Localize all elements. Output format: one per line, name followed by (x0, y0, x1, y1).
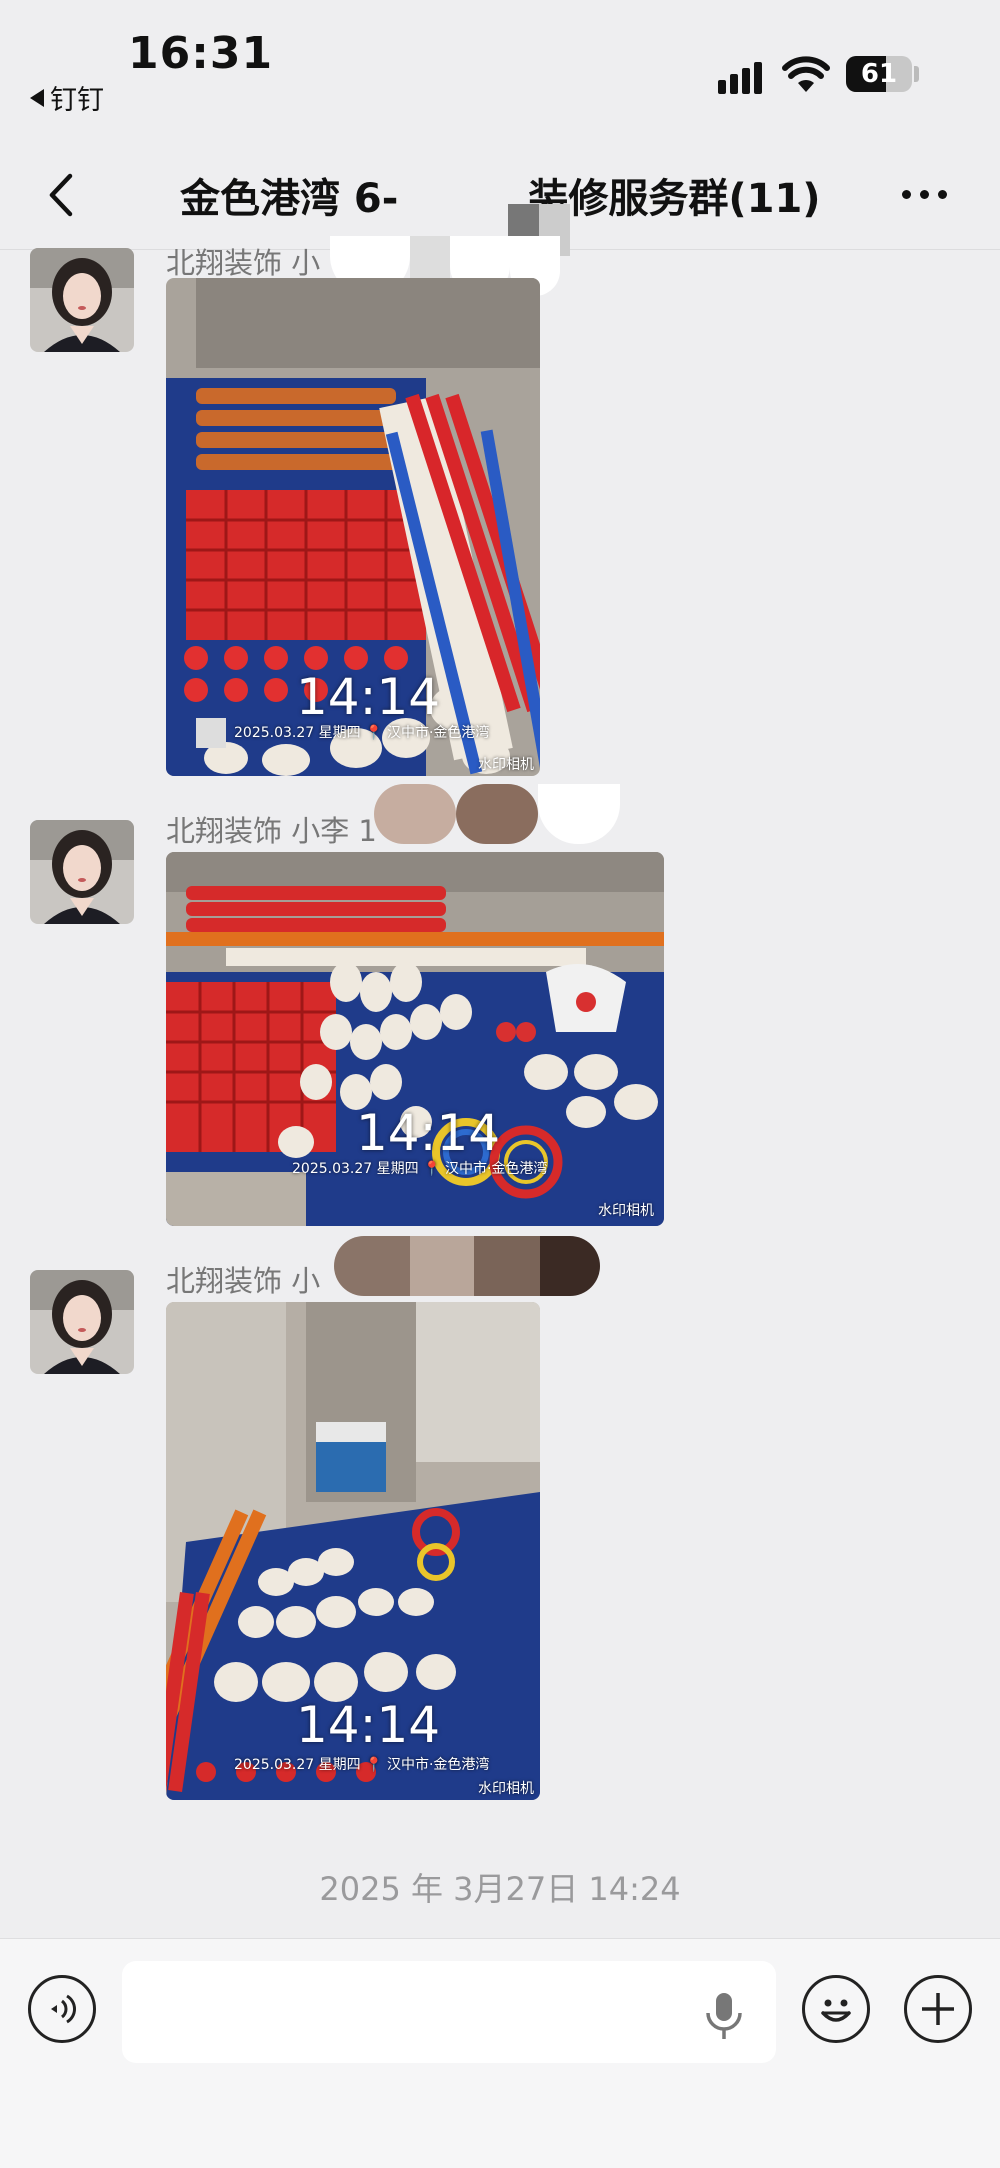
chat-timestamp: 2025 年 3月27日 14:24 (319, 1870, 681, 1908)
chat-header: 金色港湾 6- 装修服务群(11) (0, 140, 1000, 250)
back-to-app-link[interactable]: 钉钉 (30, 78, 104, 117)
chat-title-right: 装修服务群(11) (528, 176, 821, 222)
photo-watermark-date: 2025.03.27 星期四 📍 汉中市·金色港湾 (234, 725, 490, 741)
back-triangle-icon (30, 88, 44, 107)
photo-watermark-time: 14:14 (296, 1696, 441, 1754)
voice-toggle-icon (51, 1994, 77, 2024)
avatar[interactable] (30, 1270, 134, 1374)
plus-icon (922, 1993, 954, 2025)
plus-button[interactable] (904, 1975, 972, 2043)
avatar[interactable] (30, 248, 134, 352)
chat-title: 金色港湾 6- 装修服务群(11) (180, 166, 821, 224)
photo-watermark-time: 14:14 (356, 1104, 501, 1162)
photo-watermark-brand: 水印相机 (478, 1781, 534, 1797)
avatar[interactable] (30, 820, 134, 924)
chat-title-left: 金色港湾 6- (180, 176, 399, 222)
battery-cap (914, 66, 919, 82)
microphone-icon[interactable] (702, 1991, 746, 2041)
emoji-button[interactable] (802, 1975, 870, 2043)
battery-percent: 61 (860, 59, 898, 89)
photo-watermark-brand: 水印相机 (598, 1203, 654, 1219)
status-time: 16:31 (128, 28, 274, 79)
photo-watermark-time: 14:14 (296, 668, 441, 726)
photo-watermark-date: 2025.03.27 星期四 📍 汉中市·金色港湾 (234, 1757, 490, 1773)
voice-toggle-button[interactable] (28, 1975, 96, 2043)
back-app-label: 钉钉 (50, 85, 104, 116)
input-bar (0, 1938, 1000, 2168)
sender-name: 北翔装饰 小李 1 (166, 814, 377, 848)
photo-watermark-date: 2025.03.27 星期四 📍 汉中市·金色港湾 (292, 1161, 548, 1177)
redaction-block (334, 1236, 600, 1296)
photo-message[interactable]: 14:14 2025.03.27 星期四 📍 汉中市·金色港湾 水印相机 (166, 1302, 540, 1800)
status-bar: 16:31 钉钉 61 (0, 0, 1000, 140)
message-input[interactable] (122, 1961, 776, 2063)
more-icon[interactable] (902, 190, 947, 199)
photo-message[interactable]: 14:14 2025.03.27 星期四 📍 汉中市·金色港湾 水印相机 (166, 278, 540, 776)
back-chevron-icon[interactable] (38, 170, 88, 220)
redaction-block (374, 784, 620, 844)
sender-name: 北翔装饰 小 (166, 246, 321, 280)
wifi-icon (782, 56, 830, 92)
emoji-icon (821, 1999, 851, 2022)
photo-watermark-brand: 水印相机 (478, 757, 534, 773)
sender-name: 北翔装饰 小 (166, 1264, 321, 1298)
battery-icon: 61 (846, 56, 912, 92)
photo-message[interactable]: 14:14 2025.03.27 星期四 📍 汉中市·金色港湾 水印相机 (166, 852, 664, 1226)
signal-icon (718, 58, 762, 94)
